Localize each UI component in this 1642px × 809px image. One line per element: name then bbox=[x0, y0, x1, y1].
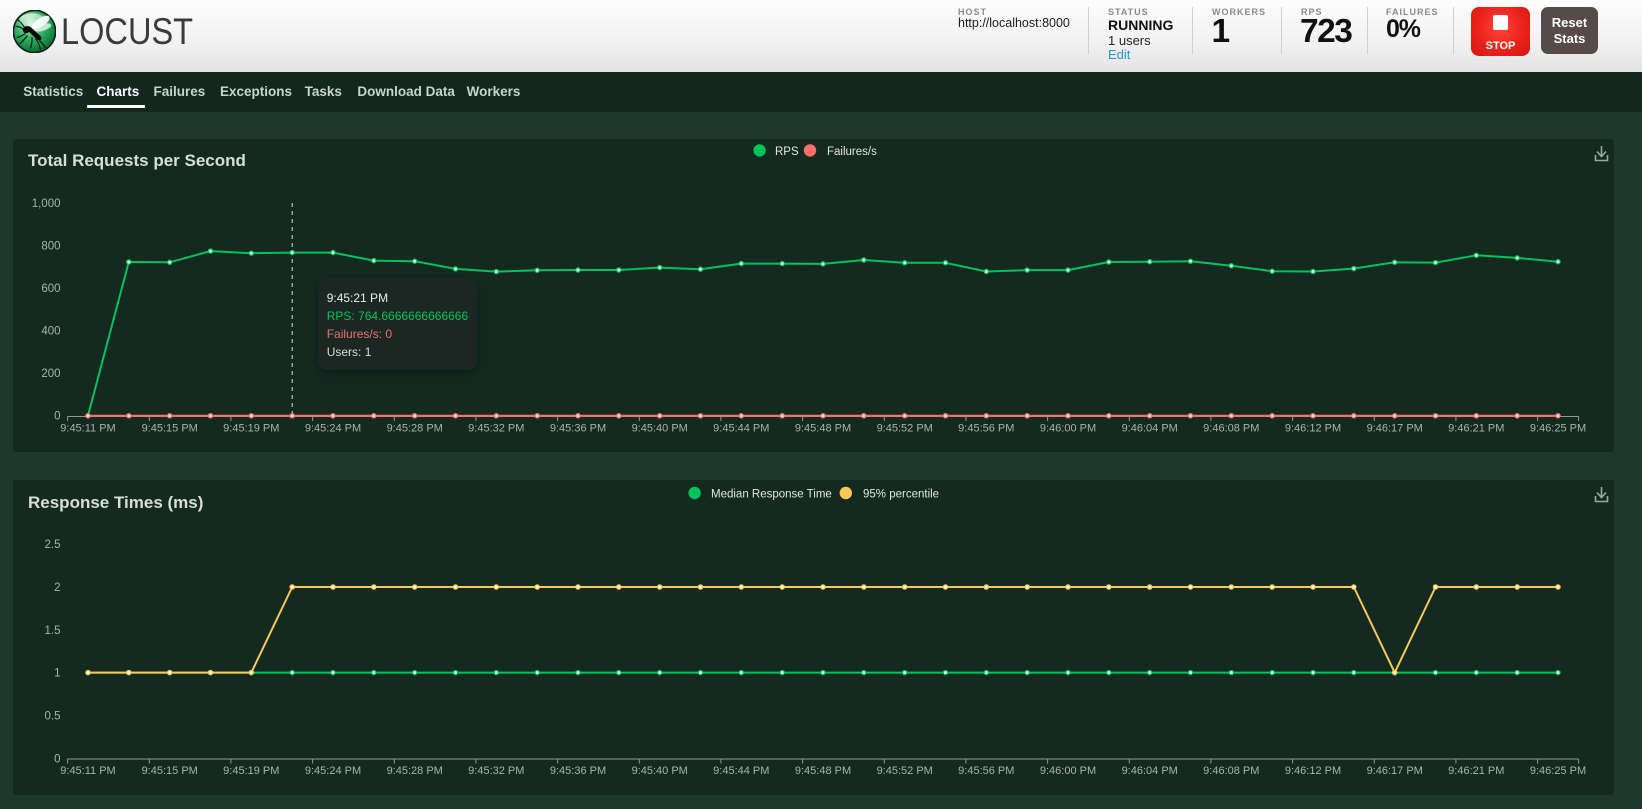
svg-text:9:45:48 PM: 9:45:48 PM bbox=[795, 765, 851, 777]
svg-text:600: 600 bbox=[41, 283, 60, 295]
svg-text:1.5: 1.5 bbox=[45, 625, 61, 637]
svg-text:9:46:17 PM: 9:46:17 PM bbox=[1367, 765, 1423, 777]
svg-text:9:45:28 PM: 9:45:28 PM bbox=[387, 423, 443, 435]
svg-text:9:46:25 PM: 9:46:25 PM bbox=[1530, 423, 1586, 435]
svg-text:9:45:40 PM: 9:45:40 PM bbox=[632, 765, 688, 777]
svg-text:RPS: RPS bbox=[775, 146, 799, 158]
svg-text:9:46:08 PM: 9:46:08 PM bbox=[1203, 765, 1259, 777]
svg-text:200: 200 bbox=[41, 368, 60, 380]
svg-text:9:46:04 PM: 9:46:04 PM bbox=[1122, 423, 1178, 435]
svg-text:9:45:19 PM: 9:45:19 PM bbox=[223, 423, 279, 435]
svg-text:9:45:24 PM: 9:45:24 PM bbox=[305, 423, 361, 435]
svg-text:Failures/s: Failures/s bbox=[827, 146, 877, 158]
svg-text:9:46:25 PM: 9:46:25 PM bbox=[1530, 765, 1586, 777]
svg-text:1,000: 1,000 bbox=[32, 198, 61, 210]
svg-text:0: 0 bbox=[54, 410, 60, 422]
svg-text:2.5: 2.5 bbox=[45, 539, 61, 551]
svg-text:9:45:52 PM: 9:45:52 PM bbox=[877, 423, 933, 435]
svg-text:1: 1 bbox=[54, 668, 60, 680]
svg-text:Median Response Time: Median Response Time bbox=[711, 489, 832, 501]
svg-text:9:45:28 PM: 9:45:28 PM bbox=[387, 765, 443, 777]
svg-text:9:46:12 PM: 9:46:12 PM bbox=[1285, 423, 1341, 435]
svg-text:9:45:36 PM: 9:45:36 PM bbox=[550, 423, 606, 435]
svg-text:9:45:56 PM: 9:45:56 PM bbox=[958, 765, 1014, 777]
svg-text:9:45:11 PM: 9:45:11 PM bbox=[60, 423, 115, 435]
svg-text:9:46:17 PM: 9:46:17 PM bbox=[1367, 423, 1423, 435]
svg-text:2: 2 bbox=[54, 582, 60, 594]
svg-text:9:46:21 PM: 9:46:21 PM bbox=[1448, 765, 1504, 777]
svg-text:9:45:11 PM: 9:45:11 PM bbox=[60, 765, 115, 777]
svg-text:9:45:52 PM: 9:45:52 PM bbox=[877, 765, 933, 777]
svg-text:9:45:44 PM: 9:45:44 PM bbox=[713, 765, 769, 777]
svg-text:9:45:40 PM: 9:45:40 PM bbox=[632, 423, 688, 435]
svg-text:9:46:00 PM: 9:46:00 PM bbox=[1040, 765, 1096, 777]
svg-text:Response Times (ms): Response Times (ms) bbox=[28, 493, 203, 512]
svg-text:400: 400 bbox=[41, 326, 60, 338]
svg-text:95% percentile: 95% percentile bbox=[863, 489, 939, 501]
svg-text:9:45:19 PM: 9:45:19 PM bbox=[223, 765, 279, 777]
svg-text:Total Requests per Second: Total Requests per Second bbox=[28, 151, 246, 170]
svg-text:9:45:15 PM: 9:45:15 PM bbox=[142, 765, 198, 777]
svg-text:9:45:44 PM: 9:45:44 PM bbox=[713, 423, 769, 435]
svg-text:800: 800 bbox=[41, 241, 60, 253]
svg-text:9:46:08 PM: 9:46:08 PM bbox=[1203, 423, 1259, 435]
svg-text:9:45:24 PM: 9:45:24 PM bbox=[305, 765, 361, 777]
svg-text:9:45:15 PM: 9:45:15 PM bbox=[142, 423, 198, 435]
svg-text:0: 0 bbox=[54, 753, 60, 765]
svg-text:9:46:04 PM: 9:46:04 PM bbox=[1122, 765, 1178, 777]
svg-text:9:45:48 PM: 9:45:48 PM bbox=[795, 423, 851, 435]
svg-text:9:46:00 PM: 9:46:00 PM bbox=[1040, 423, 1096, 435]
svg-text:9:45:32 PM: 9:45:32 PM bbox=[468, 423, 524, 435]
svg-text:9:45:32 PM: 9:45:32 PM bbox=[468, 765, 524, 777]
svg-text:9:46:21 PM: 9:46:21 PM bbox=[1448, 423, 1504, 435]
svg-text:9:45:36 PM: 9:45:36 PM bbox=[550, 765, 606, 777]
svg-text:9:46:12 PM: 9:46:12 PM bbox=[1285, 765, 1341, 777]
svg-text:9:45:56 PM: 9:45:56 PM bbox=[958, 423, 1014, 435]
svg-text:0.5: 0.5 bbox=[45, 711, 61, 723]
